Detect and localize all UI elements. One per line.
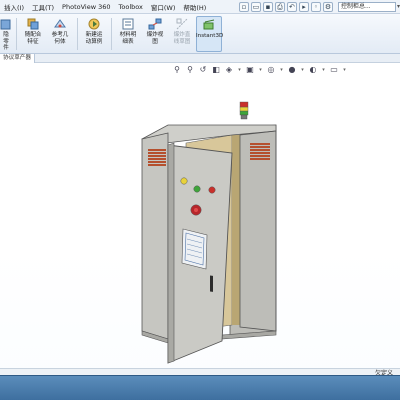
- search-commands-input[interactable]: 控制柜总...: [337, 1, 396, 12]
- reference-geometry-icon: [54, 19, 66, 28]
- menu-toolbox[interactable]: Toolbox: [115, 3, 147, 11]
- stack-light-green: [239, 110, 249, 116]
- menu-window[interactable]: 窗口(W): [147, 2, 180, 12]
- undo-icon[interactable]: ↶: [286, 1, 297, 12]
- red-indicator-light: [208, 186, 216, 194]
- new-motion-study-button[interactable]: 新建运 动算例: [81, 16, 107, 52]
- explode-line-sketch-button[interactable]: 爆炸直 线草图: [169, 16, 195, 52]
- instant3d-icon: [203, 19, 215, 30]
- mate-feature-icon: [27, 18, 39, 30]
- tab-feature[interactable]: 协议草产器: [0, 54, 35, 63]
- explode-line-sketch-icon: [176, 18, 188, 30]
- mate-feature-button[interactable]: 随配合 特征: [20, 16, 46, 52]
- door-edge: [167, 142, 175, 364]
- cabinet-model: [141, 101, 277, 364]
- open-folder-icon[interactable]: ▭: [250, 1, 261, 12]
- graphics-viewport[interactable]: ⚲ ⚲ ↺ ◧ ◈ ▾ ▣ ▾ ◎ ▾ ● ▾ ◐ ▾ ▭ ▾: [0, 63, 400, 375]
- bill-of-materials-icon: [122, 18, 134, 30]
- door-handle: [210, 275, 213, 292]
- command-manager-ribbon: 隐 零 件 随配合 特征 参考几 何体 新建运 动算例 材料明 细表 爆炸视 图…: [0, 14, 400, 54]
- yellow-indicator-light: [180, 177, 188, 185]
- print-icon[interactable]: ⎙: [274, 1, 285, 12]
- menu-photoview[interactable]: PhotoView 360: [58, 3, 114, 11]
- select-icon[interactable]: ▸: [298, 1, 309, 12]
- quick-access-toolbar: ▫ ▭ ▪ ⎙ ↶ ▸ ◦ ⚙: [238, 1, 335, 12]
- stack-light-base: [240, 114, 248, 120]
- reference-geometry-button[interactable]: 参考几 何体: [47, 16, 73, 52]
- bill-of-materials-button[interactable]: 材料明 细表: [115, 16, 141, 52]
- tab-strip: 协议草产器: [0, 54, 400, 63]
- options-icon[interactable]: ⚙: [322, 1, 333, 12]
- windows-taskbar: [0, 375, 400, 400]
- exploded-view-button[interactable]: 爆炸视 图: [142, 16, 168, 52]
- hide-part-icon: [0, 19, 11, 30]
- new-motion-study-icon: [88, 18, 100, 30]
- instant3d-button[interactable]: Instant3D: [196, 16, 223, 52]
- menu-tools[interactable]: 工具(T): [28, 2, 58, 12]
- cabinet-interior-shadow: [232, 135, 240, 325]
- cabinet-left-panel: [141, 132, 169, 340]
- menu-bar: 插入(I) 工具(T) PhotoView 360 Toolbox 窗口(W) …: [0, 0, 400, 14]
- exploded-view-icon: [148, 18, 162, 30]
- stack-light-red: [239, 101, 249, 108]
- stack-light-yellow: [239, 106, 249, 112]
- save-icon[interactable]: ▪: [262, 1, 273, 12]
- hide-part-button[interactable]: 隐 零 件: [0, 16, 12, 52]
- new-document-icon[interactable]: ▫: [238, 1, 249, 12]
- rebuild-icon[interactable]: ◦: [310, 1, 321, 12]
- menu-insert[interactable]: 插入(I): [0, 2, 28, 12]
- menu-help[interactable]: 帮助(H): [179, 2, 210, 12]
- green-indicator-light: [193, 185, 201, 193]
